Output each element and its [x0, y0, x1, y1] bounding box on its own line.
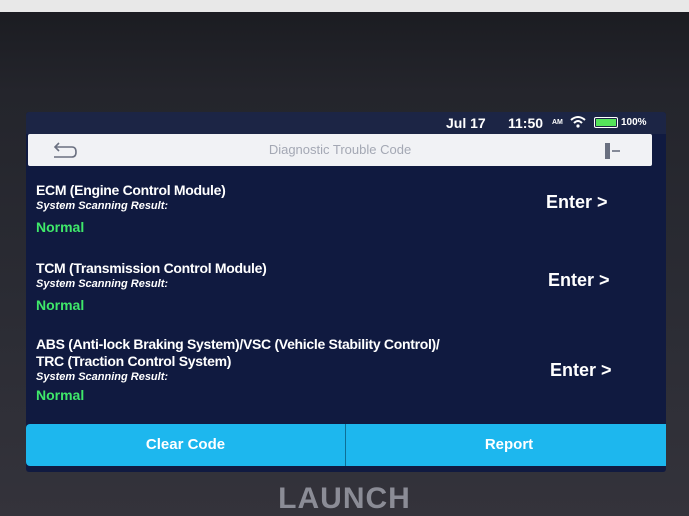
list-item: TCM (Transmission Control Module) System…: [36, 260, 656, 313]
network-indicator: AM: [552, 119, 563, 126]
action-bar: Clear Code Report: [26, 424, 666, 466]
enter-button[interactable]: Enter >: [546, 192, 608, 213]
list-item: ABS (Anti-lock Braking System)/VSC (Vehi…: [36, 336, 656, 403]
page-title: Diagnostic Trouble Code: [268, 142, 412, 157]
device-frame: Jul 17 11:50 AM 100% Diagnostic Trouble …: [0, 0, 689, 516]
scan-result-status: Normal: [36, 219, 85, 235]
battery-icon: [594, 117, 618, 128]
scan-result-status: Normal: [36, 297, 85, 313]
scan-result-status: Normal: [36, 387, 85, 403]
enter-button[interactable]: Enter >: [548, 270, 610, 291]
status-date: Jul 17: [446, 115, 486, 131]
report-button[interactable]: Report: [346, 424, 666, 466]
module-list: ECM (Engine Control Module) System Scann…: [26, 172, 666, 422]
clear-code-button[interactable]: Clear Code: [26, 424, 345, 466]
title-bar: Diagnostic Trouble Code: [28, 134, 652, 166]
status-time: 11:50: [508, 115, 544, 131]
status-bar: Jul 17 11:50 AM 100%: [26, 112, 666, 134]
list-item: ECM (Engine Control Module) System Scann…: [36, 182, 656, 235]
device-bezel: [0, 0, 689, 12]
brand-logo: LAUNCH: [278, 482, 411, 515]
screen: Jul 17 11:50 AM 100% Diagnostic Trouble …: [26, 112, 666, 472]
module-name: ABS (Anti-lock Braking System)/VSC (Vehi…: [36, 336, 440, 352]
exit-icon[interactable]: [600, 141, 622, 161]
enter-button[interactable]: Enter >: [550, 360, 612, 381]
wifi-icon: [570, 116, 586, 128]
battery-percent: 100%: [621, 117, 647, 128]
